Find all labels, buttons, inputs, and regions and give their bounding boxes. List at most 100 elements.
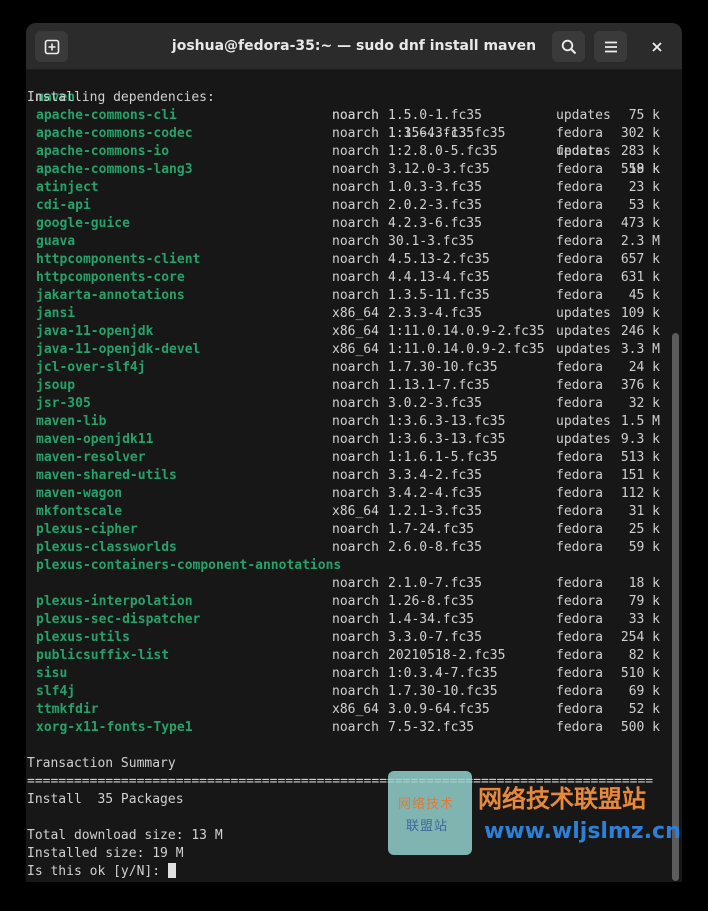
package-version: 3.12.0-3.fc35 [388,162,490,177]
package-arch: noarch [332,450,379,465]
package-size: 75 k [628,108,660,123]
package-version: 1:3.6.3-13.fc35 [388,414,506,429]
package-size: 79 k [628,594,660,609]
close-icon [651,41,662,52]
package-repo: fedora [556,504,603,519]
package-repo: fedora [556,594,603,609]
package-version: 4.2.3-6.fc35 [388,216,482,231]
package-version: 1:11.0.14.0.9-2.fc35 [388,324,545,339]
watermark-logo-line1: 网络技术 [398,797,455,812]
package-arch: noarch [332,414,379,429]
package-name: apache-commons-codec [36,126,193,141]
prompt-line[interactable]: Is this ok [y/N]: [27,863,176,881]
package-repo: fedora [556,576,603,591]
package-size: 53 k [628,198,660,213]
package-version: 1.5.0-1.fc35 [388,108,482,123]
package-size: 23 k [628,180,660,195]
package-size: 24 k [628,360,660,375]
package-name: plexus-containers-component-annotations [36,558,342,573]
package-size: 254 k [620,630,660,645]
package-arch: noarch [332,594,379,609]
package-version: 2.0.2-3.fc35 [388,198,482,213]
watermark-logo: 网络技术 联盟站 [388,771,472,855]
package-arch: noarch [332,432,379,447]
package-arch: x86_64 [332,702,379,717]
package-size: 631 k [620,270,660,285]
package-version: 20210518-2.fc35 [388,648,506,663]
package-size: 657 k [620,252,660,267]
package-name: ttmkfdir [36,702,99,717]
package-arch: noarch [332,180,379,195]
deps-header: Installing dependencies: [27,90,215,105]
package-name: jsr-305 [36,396,91,411]
package-repo: fedora [556,702,603,717]
package-name: guava [36,234,76,249]
package-arch: noarch [332,540,379,555]
package-name: plexus-interpolation [36,594,193,609]
package-repo: fedora [556,630,603,645]
package-name: cdi-api [36,198,91,213]
headerbar: joshua@fedora-35:~ — sudo dnf install ma… [26,23,682,70]
package-name: jcl-over-slf4j [36,360,146,375]
close-button[interactable] [641,31,672,62]
package-size: 246 k [620,324,660,339]
package-arch: noarch [332,468,379,483]
package-size: 1.5 M [620,414,660,429]
package-arch: noarch [332,126,379,141]
package-version: 4.4.13-4.fc35 [388,270,490,285]
package-size: 500 k [620,720,660,735]
package-repo: fedora [556,252,603,267]
package-name: apache-commons-io [36,144,170,159]
package-arch: noarch [332,108,379,123]
package-name: publicsuffix-list [36,648,170,663]
package-size: 45 k [628,288,660,303]
package-arch: noarch [332,720,379,735]
package-repo: fedora [556,270,603,285]
package-version: 3.3.4-2.fc35 [388,468,482,483]
package-arch: noarch [332,666,379,681]
search-icon [561,39,576,54]
package-version: 3.3.0-7.fc35 [388,630,482,645]
package-size: 59 k [628,540,660,555]
package-arch: noarch [332,252,379,267]
package-arch: x86_64 [332,324,379,339]
package-arch: noarch [332,396,379,411]
package-version: 1.13.1-7.fc35 [388,378,490,393]
package-arch: noarch [332,162,379,177]
menu-button[interactable] [594,31,627,62]
package-size: 2.3 M [620,234,660,249]
package-name: maven-shared-utils [36,468,177,483]
package-version: 1.7.30-10.fc35 [388,360,498,375]
package-version: 1.2.1-3.fc35 [388,504,482,519]
new-tab-button[interactable] [35,31,68,62]
package-version: 2.6.0-8.fc35 [388,540,482,555]
package-repo: updates [556,432,611,447]
package-size: 513 k [620,450,660,465]
search-button[interactable] [552,31,585,62]
terminal-output[interactable]: maven noarch 1:3.6.3-13.fc35 updates 18 … [26,70,668,882]
package-size: 559 k [620,162,660,177]
package-size: 376 k [620,378,660,393]
package-name: jsoup [36,378,76,393]
package-repo: fedora [556,144,603,159]
package-arch: noarch [332,486,379,501]
package-size: 3.3 M [620,342,660,357]
package-name: plexus-utils [36,630,130,645]
package-arch: noarch [332,288,379,303]
package-repo: fedora [556,216,603,231]
package-name: apache-commons-cli [36,108,177,123]
package-repo: fedora [556,612,603,627]
package-size: 33 k [628,612,660,627]
package-name: httpcomponents-core [36,270,185,285]
package-name: apache-commons-lang3 [36,162,193,177]
package-version: 7.5-32.fc35 [388,720,475,735]
package-repo: fedora [556,288,603,303]
text-cursor [167,863,176,878]
package-name: maven-lib [36,414,107,429]
package-version: 3.0.9-64.fc35 [388,702,490,717]
package-arch: noarch [332,630,379,645]
watermark-url: www.wljslmz.cn [484,819,681,844]
watermark-site-name: 网络技术联盟站 [478,785,646,813]
package-repo: updates [556,324,611,339]
package-size: 283 k [620,144,660,159]
